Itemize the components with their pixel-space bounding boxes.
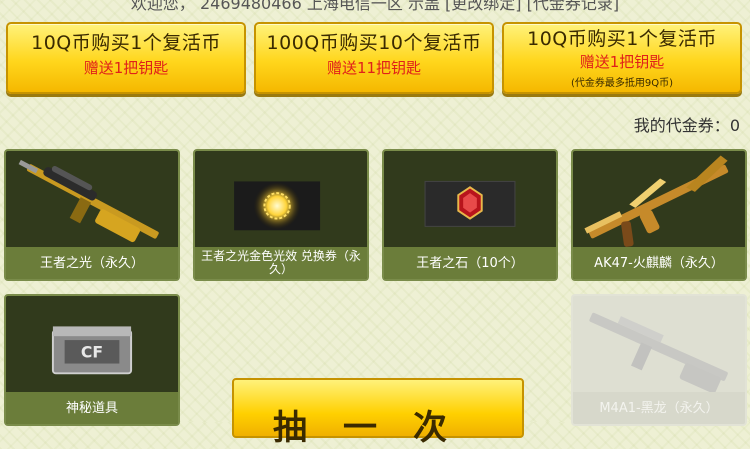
ak47-rifle-icon bbox=[584, 155, 729, 247]
buy-note: (代金券最多抵用9Q币) bbox=[570, 78, 674, 89]
voucher-balance: 我的代金券：0 bbox=[560, 112, 740, 136]
voucher-value: 0 bbox=[729, 116, 740, 135]
m4a1-rifle-icon bbox=[589, 312, 728, 392]
item-name: 神秘道具 bbox=[6, 392, 178, 424]
item-name: 王者之光金色光效 兑换券（永久） bbox=[195, 247, 367, 279]
buy-100q-button[interactable]: 100Q币购买10个复活币 赠送11把钥匙 bbox=[254, 22, 494, 94]
item-name: 王者之石（10个） bbox=[384, 247, 556, 279]
buy-title: 10Q币购买1个复活币 bbox=[31, 32, 221, 54]
item-card-m4a1-blackdragon[interactable]: M4A1-黑龙（永久） bbox=[571, 294, 747, 426]
item-name: M4A1-黑龙（永久） bbox=[573, 392, 745, 424]
buy-title: 10Q币购买1个复活币 bbox=[527, 28, 717, 50]
golden-glow-icon bbox=[234, 181, 321, 231]
item-card-wangzhe-stone[interactable]: 王者之石（10个） bbox=[382, 149, 558, 281]
buy-voucher-button[interactable]: 10Q币购买1个复活币 赠送1把钥匙 (代金券最多抵用9Q币) bbox=[502, 22, 742, 94]
item-card-golden-glow[interactable]: 王者之光金色光效 兑换券（永久） bbox=[193, 149, 369, 281]
svg-text:CF: CF bbox=[81, 343, 103, 362]
buy-title: 100Q币购买10个复活币 bbox=[266, 32, 482, 54]
welcome-bar: 欢迎您， 2469480466 上海电信一区 示盖 [更改绑定] [代金券记录] bbox=[130, 0, 620, 13]
voucher-label: 我的代金券： bbox=[633, 116, 730, 135]
red-gem-icon bbox=[424, 180, 516, 227]
buy-bonus: 赠送1把钥匙 bbox=[83, 59, 169, 77]
buy-bonus: 赠送1把钥匙 bbox=[579, 53, 665, 71]
buy-bonus: 赠送11把钥匙 bbox=[326, 59, 422, 77]
draw-once-button[interactable]: 抽一次 bbox=[232, 378, 524, 448]
item-name: 王者之光（永久） bbox=[6, 247, 178, 279]
item-name: AK47-火麒麟（永久） bbox=[573, 247, 745, 279]
sniper-rifle-icon bbox=[18, 159, 159, 243]
buy-10q-button[interactable]: 10Q币购买1个复活币 赠送1把钥匙 bbox=[6, 22, 246, 94]
item-card-ak47-qilin[interactable]: AK47-火麒麟（永久） bbox=[571, 149, 747, 281]
item-card-mystery[interactable]: CF 神秘道具 bbox=[4, 294, 180, 426]
mystery-crate-icon: CF bbox=[51, 326, 133, 375]
item-card-wangzhe-light[interactable]: 王者之光（永久） bbox=[4, 149, 180, 281]
